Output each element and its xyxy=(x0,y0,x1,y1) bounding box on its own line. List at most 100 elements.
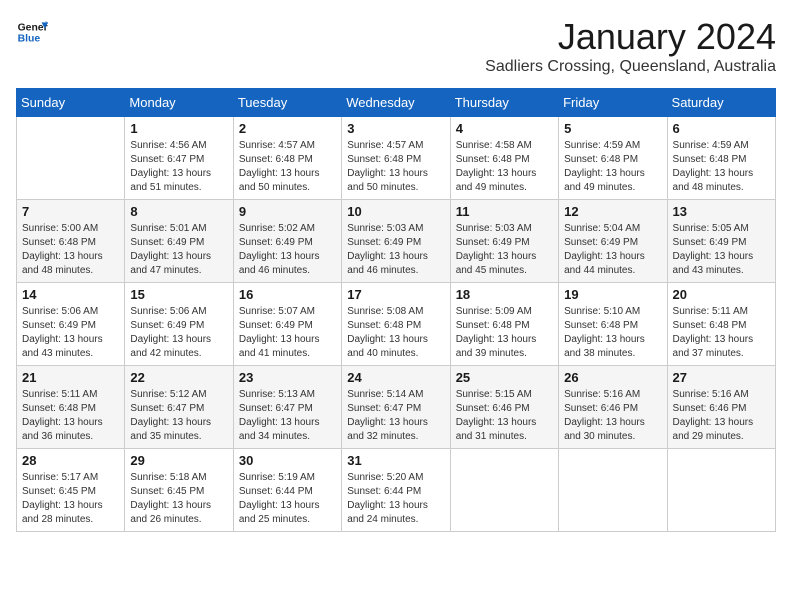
day-number: 12 xyxy=(564,204,661,219)
day-info: Sunrise: 5:05 AM Sunset: 6:49 PM Dayligh… xyxy=(673,222,770,278)
day-cell-13: 13 Sunrise: 5:05 AM Sunset: 6:49 PM Dayli… xyxy=(667,200,775,283)
day-cell-25: 25 Sunrise: 5:15 AM Sunset: 6:46 PM Dayli… xyxy=(450,366,558,449)
day-info: Sunrise: 4:59 AM Sunset: 6:48 PM Dayligh… xyxy=(673,139,770,195)
logo: General Blue xyxy=(16,16,48,48)
day-cell-10: 10 Sunrise: 5:03 AM Sunset: 6:49 PM Dayli… xyxy=(342,200,450,283)
day-number: 27 xyxy=(673,370,770,385)
day-cell-3: 3Sunrise: 4:57 AM Sunset: 6:48 PM Daylig… xyxy=(342,117,450,200)
day-info: Sunrise: 4:58 AM Sunset: 6:48 PM Dayligh… xyxy=(456,139,553,195)
empty-cell xyxy=(17,117,125,200)
day-info: Sunrise: 5:13 AM Sunset: 6:47 PM Dayligh… xyxy=(239,388,336,444)
day-cell-23: 23 Sunrise: 5:13 AM Sunset: 6:47 PM Dayli… xyxy=(233,366,341,449)
day-number: 23 xyxy=(239,370,336,385)
day-number: 14 xyxy=(22,287,119,302)
day-info: Sunrise: 4:59 AM Sunset: 6:48 PM Dayligh… xyxy=(564,139,661,195)
empty-cell xyxy=(559,449,667,532)
day-cell-16: 16 Sunrise: 5:07 AM Sunset: 6:49 PM Dayli… xyxy=(233,283,341,366)
day-info: Sunrise: 4:57 AM Sunset: 6:48 PM Dayligh… xyxy=(239,139,336,195)
day-number: 30 xyxy=(239,453,336,468)
location-title: Sadliers Crossing, Queensland, Australia xyxy=(485,58,776,76)
day-cell-15: 15Sunrise: 5:06 AM Sunset: 6:49 PM Dayli… xyxy=(125,283,233,366)
day-info: Sunrise: 5:03 AM Sunset: 6:49 PM Dayligh… xyxy=(347,222,444,278)
day-cell-7: 7 Sunrise: 5:00 AM Sunset: 6:48 PM Daylig… xyxy=(17,200,125,283)
day-cell-5: 5Sunrise: 4:59 AM Sunset: 6:48 PM Daylig… xyxy=(559,117,667,200)
day-info: Sunrise: 5:03 AM Sunset: 6:49 PM Dayligh… xyxy=(456,222,553,278)
day-info: Sunrise: 5:06 AM Sunset: 6:49 PM Dayligh… xyxy=(22,305,119,361)
day-cell-8: 8 Sunrise: 5:01 AM Sunset: 6:49 PM Daylig… xyxy=(125,200,233,283)
day-number: 21 xyxy=(22,370,119,385)
day-cell-9: 9Sunrise: 5:02 AM Sunset: 6:49 PM Daylig… xyxy=(233,200,341,283)
day-info: Sunrise: 5:17 AM Sunset: 6:45 PM Dayligh… xyxy=(22,471,119,527)
title-area: January 2024 Sadliers Crossing, Queensla… xyxy=(485,16,776,76)
day-number: 25 xyxy=(456,370,553,385)
day-info: Sunrise: 5:16 AM Sunset: 6:46 PM Dayligh… xyxy=(564,388,661,444)
day-info: Sunrise: 5:09 AM Sunset: 6:48 PM Dayligh… xyxy=(456,305,553,361)
weekday-header-wednesday: Wednesday xyxy=(342,89,450,117)
day-info: Sunrise: 5:16 AM Sunset: 6:46 PM Dayligh… xyxy=(673,388,770,444)
day-info: Sunrise: 5:02 AM Sunset: 6:49 PM Dayligh… xyxy=(239,222,336,278)
day-cell-21: 21Sunrise: 5:11 AM Sunset: 6:48 PM Dayli… xyxy=(17,366,125,449)
day-cell-18: 18 Sunrise: 5:09 AM Sunset: 6:48 PM Dayli… xyxy=(450,283,558,366)
day-number: 10 xyxy=(347,204,444,219)
day-number: 1 xyxy=(130,121,227,136)
day-number: 28 xyxy=(22,453,119,468)
week-row-4: 21Sunrise: 5:11 AM Sunset: 6:48 PM Dayli… xyxy=(17,366,776,449)
day-info: Sunrise: 5:18 AM Sunset: 6:45 PM Dayligh… xyxy=(130,471,227,527)
day-number: 8 xyxy=(130,204,227,219)
day-cell-26: 26 Sunrise: 5:16 AM Sunset: 6:46 PM Dayli… xyxy=(559,366,667,449)
weekday-header-friday: Friday xyxy=(559,89,667,117)
day-cell-1: 1 Sunrise: 4:56 AM Sunset: 6:47 PM Daylig… xyxy=(125,117,233,200)
day-cell-4: 4 Sunrise: 4:58 AM Sunset: 6:48 PM Daylig… xyxy=(450,117,558,200)
day-cell-31: 31Sunrise: 5:20 AM Sunset: 6:44 PM Dayli… xyxy=(342,449,450,532)
day-info: Sunrise: 5:10 AM Sunset: 6:48 PM Dayligh… xyxy=(564,305,661,361)
weekday-header-row: SundayMondayTuesdayWednesdayThursdayFrid… xyxy=(17,89,776,117)
day-cell-30: 30 Sunrise: 5:19 AM Sunset: 6:44 PM Dayli… xyxy=(233,449,341,532)
day-cell-24: 24Sunrise: 5:14 AM Sunset: 6:47 PM Dayli… xyxy=(342,366,450,449)
day-number: 11 xyxy=(456,204,553,219)
day-info: Sunrise: 5:20 AM Sunset: 6:44 PM Dayligh… xyxy=(347,471,444,527)
week-row-3: 14 Sunrise: 5:06 AM Sunset: 6:49 PM Dayli… xyxy=(17,283,776,366)
day-number: 13 xyxy=(673,204,770,219)
svg-text:Blue: Blue xyxy=(18,34,41,45)
day-number: 17 xyxy=(347,287,444,302)
week-row-5: 28 Sunrise: 5:17 AM Sunset: 6:45 PM Dayli… xyxy=(17,449,776,532)
day-info: Sunrise: 5:12 AM Sunset: 6:47 PM Dayligh… xyxy=(130,388,227,444)
day-cell-12: 12 Sunrise: 5:04 AM Sunset: 6:49 PM Dayli… xyxy=(559,200,667,283)
day-info: Sunrise: 5:04 AM Sunset: 6:49 PM Dayligh… xyxy=(564,222,661,278)
day-number: 19 xyxy=(564,287,661,302)
day-number: 2 xyxy=(239,121,336,136)
day-cell-20: 20 Sunrise: 5:11 AM Sunset: 6:48 PM Dayli… xyxy=(667,283,775,366)
day-number: 26 xyxy=(564,370,661,385)
day-cell-17: 17 Sunrise: 5:08 AM Sunset: 6:48 PM Dayli… xyxy=(342,283,450,366)
day-cell-27: 27 Sunrise: 5:16 AM Sunset: 6:46 PM Dayli… xyxy=(667,366,775,449)
day-number: 4 xyxy=(456,121,553,136)
week-row-1: 1 Sunrise: 4:56 AM Sunset: 6:47 PM Daylig… xyxy=(17,117,776,200)
day-info: Sunrise: 5:19 AM Sunset: 6:44 PM Dayligh… xyxy=(239,471,336,527)
day-number: 22 xyxy=(130,370,227,385)
day-number: 16 xyxy=(239,287,336,302)
week-row-2: 7 Sunrise: 5:00 AM Sunset: 6:48 PM Daylig… xyxy=(17,200,776,283)
day-info: Sunrise: 4:56 AM Sunset: 6:47 PM Dayligh… xyxy=(130,139,227,195)
day-info: Sunrise: 5:07 AM Sunset: 6:49 PM Dayligh… xyxy=(239,305,336,361)
day-info: Sunrise: 5:08 AM Sunset: 6:48 PM Dayligh… xyxy=(347,305,444,361)
day-info: Sunrise: 5:01 AM Sunset: 6:49 PM Dayligh… xyxy=(130,222,227,278)
day-number: 3 xyxy=(347,121,444,136)
day-number: 7 xyxy=(22,204,119,219)
day-info: Sunrise: 5:15 AM Sunset: 6:46 PM Dayligh… xyxy=(456,388,553,444)
day-cell-11: 11 Sunrise: 5:03 AM Sunset: 6:49 PM Dayli… xyxy=(450,200,558,283)
empty-cell xyxy=(450,449,558,532)
weekday-header-saturday: Saturday xyxy=(667,89,775,117)
day-number: 18 xyxy=(456,287,553,302)
day-cell-6: 6Sunrise: 4:59 AM Sunset: 6:48 PM Daylig… xyxy=(667,117,775,200)
day-info: Sunrise: 5:11 AM Sunset: 6:48 PM Dayligh… xyxy=(673,305,770,361)
calendar-table: SundayMondayTuesdayWednesdayThursdayFrid… xyxy=(16,88,776,532)
header: General Blue January 2024 Sadliers Cross… xyxy=(16,16,776,76)
empty-cell xyxy=(667,449,775,532)
day-cell-22: 22 Sunrise: 5:12 AM Sunset: 6:47 PM Dayli… xyxy=(125,366,233,449)
day-number: 20 xyxy=(673,287,770,302)
day-number: 15 xyxy=(130,287,227,302)
day-cell-14: 14 Sunrise: 5:06 AM Sunset: 6:49 PM Dayli… xyxy=(17,283,125,366)
day-info: Sunrise: 5:00 AM Sunset: 6:48 PM Dayligh… xyxy=(22,222,119,278)
logo-icon: General Blue xyxy=(16,16,48,48)
day-info: Sunrise: 5:14 AM Sunset: 6:47 PM Dayligh… xyxy=(347,388,444,444)
